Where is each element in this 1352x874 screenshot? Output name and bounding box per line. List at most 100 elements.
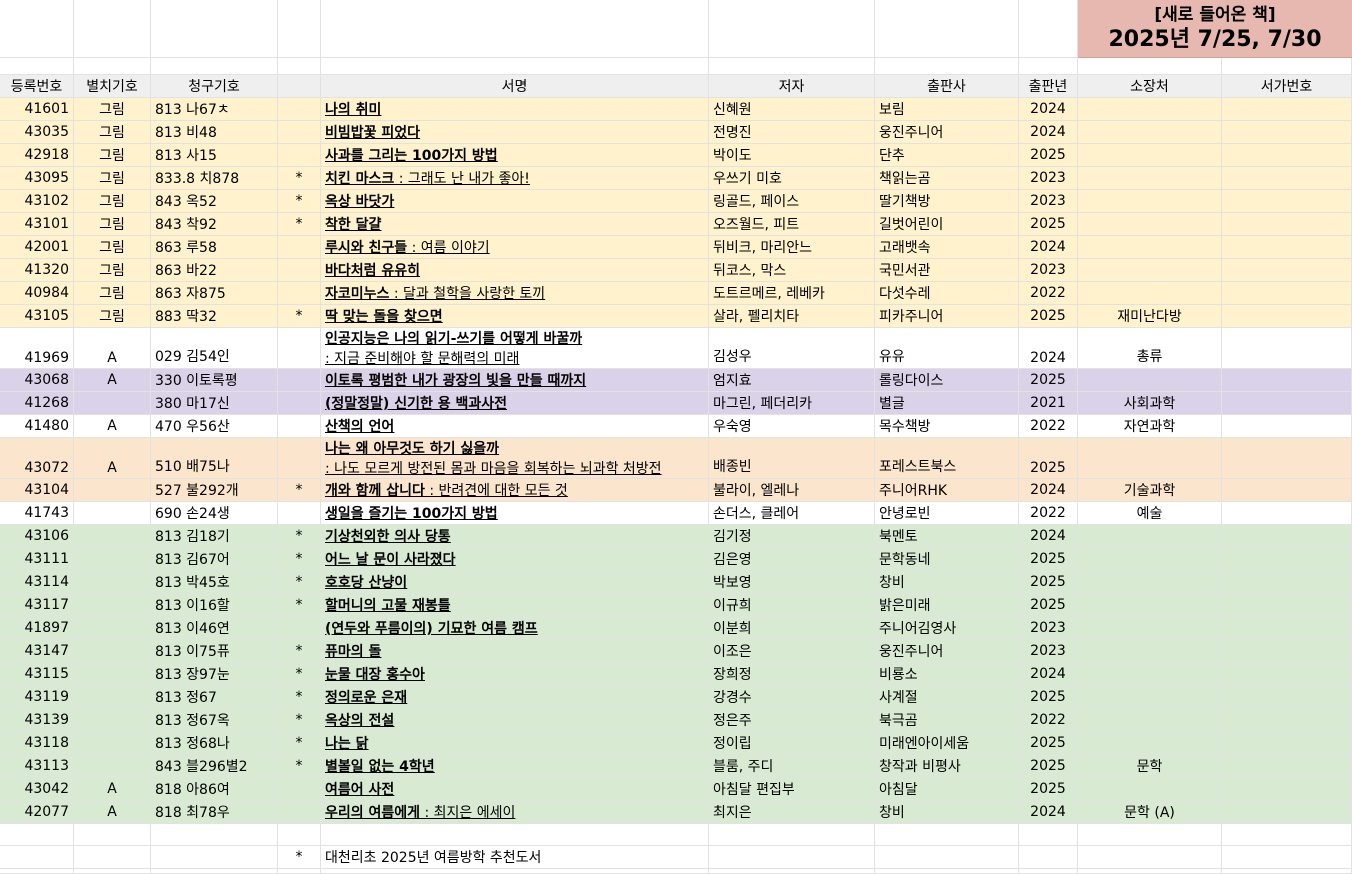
reg-no[interactable]: 41601 [0, 98, 74, 121]
star-mark[interactable]: * [278, 479, 321, 502]
publisher[interactable]: 문학동네 [875, 548, 1019, 571]
reg-no[interactable]: 41969 [0, 328, 74, 369]
publisher[interactable]: 밝은미래 [875, 594, 1019, 617]
location[interactable] [1078, 594, 1222, 617]
call-no[interactable]: 883 딱32 [151, 305, 278, 328]
call-no[interactable]: 380 마17신 [151, 392, 278, 415]
call-no[interactable]: 813 나67ㅊ [151, 98, 278, 121]
pub-year[interactable]: 2022 [1019, 502, 1078, 525]
call-no[interactable]: 818 아86여 [151, 778, 278, 801]
empty-cell[interactable] [0, 58, 74, 75]
pub-year[interactable]: 2025 [1019, 213, 1078, 236]
sep-code[interactable] [74, 663, 151, 686]
pub-year[interactable]: 2023 [1019, 167, 1078, 190]
author[interactable]: 마그린, 페더리카 [709, 392, 875, 415]
book-title[interactable]: 인공지능은 나의 읽기-쓰기를 어떻게 바꿀까: 지금 준비해야 할 문해력의 … [321, 328, 709, 369]
sep-code[interactable] [74, 709, 151, 732]
pub-year[interactable]: 2025 [1019, 778, 1078, 801]
author[interactable]: 우쓰기 미호 [709, 167, 875, 190]
empty-cell[interactable] [1078, 846, 1222, 869]
star-mark[interactable] [278, 369, 321, 392]
star-mark[interactable] [278, 259, 321, 282]
book-title[interactable]: 생일을 즐기는 100가지 방법 [321, 502, 709, 525]
publisher[interactable]: 별글 [875, 392, 1019, 415]
location[interactable] [1078, 571, 1222, 594]
star-mark[interactable]: * [278, 190, 321, 213]
author[interactable]: 김은영 [709, 548, 875, 571]
publisher[interactable]: 사계절 [875, 686, 1019, 709]
empty-cell[interactable] [278, 58, 321, 75]
star-mark[interactable]: * [278, 305, 321, 328]
shelf-no[interactable] [1222, 755, 1352, 778]
shelf-no[interactable] [1222, 305, 1352, 328]
location[interactable] [1078, 213, 1222, 236]
star-mark[interactable]: * [278, 167, 321, 190]
empty-cell[interactable] [74, 869, 151, 874]
empty-cell[interactable] [1078, 869, 1222, 874]
call-no[interactable]: 813 이46연 [151, 617, 278, 640]
location[interactable] [1078, 144, 1222, 167]
publisher[interactable]: 책읽는곰 [875, 167, 1019, 190]
book-title[interactable]: 치킨 마스크 : 그래도 난 내가 좋아! [321, 167, 709, 190]
title-link[interactable]: 우리의 여름에게 : 최지은 에세이 [325, 802, 515, 822]
empty-cell[interactable] [151, 846, 278, 869]
call-no[interactable]: 813 정68나 [151, 732, 278, 755]
pub-year[interactable]: 2022 [1019, 415, 1078, 438]
pub-year[interactable]: 2024 [1019, 328, 1078, 369]
star-mark[interactable] [278, 236, 321, 259]
reg-no[interactable]: 43101 [0, 213, 74, 236]
empty-cell[interactable] [321, 0, 709, 58]
empty-cell[interactable] [321, 869, 709, 874]
empty-cell[interactable] [0, 824, 74, 846]
title-link[interactable]: 옥상 바닷가 [325, 191, 394, 211]
pub-year[interactable]: 2024 [1019, 121, 1078, 144]
star-mark[interactable] [278, 778, 321, 801]
reg-no[interactable]: 41268 [0, 392, 74, 415]
author[interactable]: 정은주 [709, 709, 875, 732]
sep-code[interactable]: 그림 [74, 213, 151, 236]
pub-year[interactable]: 2024 [1019, 479, 1078, 502]
shelf-no[interactable] [1222, 259, 1352, 282]
author[interactable]: 정이립 [709, 732, 875, 755]
star-mark[interactable]: * [278, 640, 321, 663]
star-mark[interactable]: * [278, 548, 321, 571]
book-title[interactable]: 옥상의 전설 [321, 709, 709, 732]
publisher[interactable]: 단추 [875, 144, 1019, 167]
empty-cell[interactable] [709, 846, 875, 869]
empty-cell[interactable] [875, 0, 1019, 58]
empty-cell[interactable] [1019, 824, 1078, 846]
empty-cell[interactable] [151, 869, 278, 874]
author[interactable]: 오즈월드, 피트 [709, 213, 875, 236]
empty-cell[interactable] [709, 0, 875, 58]
author[interactable]: 손더스, 클레어 [709, 502, 875, 525]
footnote-star[interactable]: * [278, 846, 321, 869]
location[interactable] [1078, 778, 1222, 801]
location[interactable] [1078, 732, 1222, 755]
book-title[interactable]: 이토록 평범한 내가 광장의 빛을 만들 때까지 [321, 369, 709, 392]
pub-year[interactable]: 2025 [1019, 594, 1078, 617]
empty-cell[interactable] [151, 58, 278, 75]
title-link[interactable]: 생일을 즐기는 100가지 방법 [325, 503, 498, 523]
pub-year[interactable]: 2025 [1019, 732, 1078, 755]
reg-no[interactable]: 43147 [0, 640, 74, 663]
sep-code[interactable]: A [74, 438, 151, 479]
shelf-no[interactable] [1222, 640, 1352, 663]
star-mark[interactable] [278, 98, 321, 121]
empty-cell[interactable] [0, 0, 74, 58]
shelf-no[interactable] [1222, 709, 1352, 732]
empty-cell[interactable] [321, 824, 709, 846]
call-no[interactable]: 818 최78우 [151, 801, 278, 824]
publisher[interactable]: 포레스트북스 [875, 438, 1019, 479]
sep-code[interactable] [74, 640, 151, 663]
reg-no[interactable]: 43113 [0, 755, 74, 778]
shelf-no[interactable] [1222, 663, 1352, 686]
empty-cell[interactable] [74, 58, 151, 75]
publisher[interactable]: 비룡소 [875, 663, 1019, 686]
reg-no[interactable]: 43139 [0, 709, 74, 732]
book-title[interactable]: (연두와 푸름이의) 기묘한 여름 캠프 [321, 617, 709, 640]
book-title[interactable]: 나의 취미 [321, 98, 709, 121]
title-link[interactable]: 정의로운 은재 [325, 687, 407, 707]
title-link[interactable]: 자코미누스 : 달과 철학을 사랑한 토끼 [325, 283, 545, 303]
book-title[interactable]: 딱 맞는 돌을 찾으면 [321, 305, 709, 328]
empty-cell[interactable] [1222, 846, 1352, 869]
